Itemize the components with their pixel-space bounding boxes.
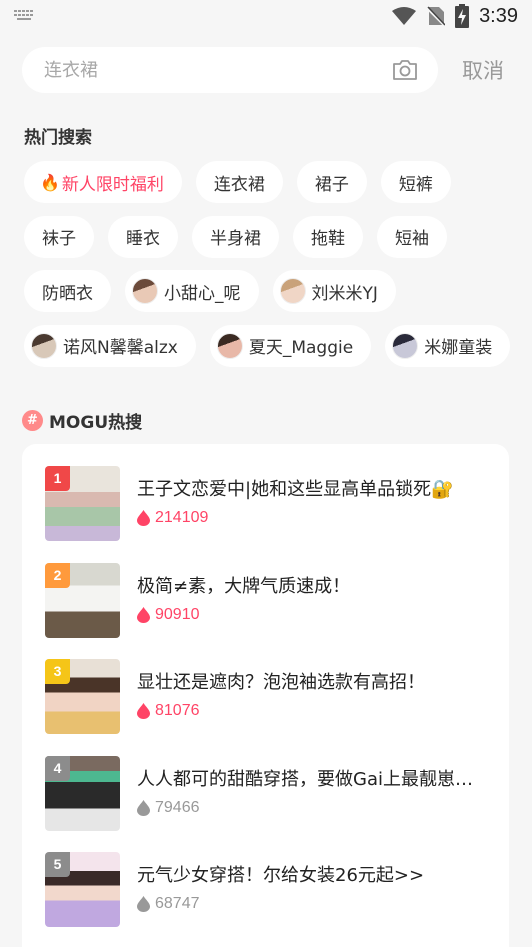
hashtag-icon: # [22,409,43,431]
chip-label: 连衣裙 [213,174,265,195]
chip-row: 🔥 新人限时福利 连衣裙 裙子 短裤 [24,161,514,203]
hot-search-chips: 🔥 新人限时福利 连衣裙 裙子 短裤 袜子 睡衣 半身裙 拖鞋 短袖 防晒衣 小… [24,161,514,379]
keyboard-icon [14,10,36,22]
hot-item[interactable]: 2 极简≠素，大牌气质速成！ 90910 [45,562,495,638]
hot-item-count: 79466 [137,798,492,818]
chip-label: 夏天_Maggie [248,338,354,358]
mogu-hot-header: # MOGU热搜 [22,408,143,433]
avatar [279,278,306,304]
flame-icon [137,896,150,912]
battery-charging-icon [455,4,470,28]
camera-icon[interactable] [392,59,418,81]
hot-item-title: 元气少女穿搭！尔给女装26元起>> [137,865,425,886]
search-box[interactable] [22,47,438,93]
chip-label: 睡衣 [126,229,160,249]
hot-item-thumbnail: 5 [45,851,120,927]
chip-socks[interactable]: 袜子 [24,215,94,258]
hot-item-thumbnail: 3 [45,658,120,734]
hot-count-value: 79466 [155,799,200,816]
hot-item-title: 王子文恋爱中|她和这些显高单品锁死🔐 [137,479,454,500]
rank-badge: 5 [45,851,70,877]
chip-row: 诺风N馨馨alzx 夏天_Maggie 米娜童装 [24,324,514,367]
chip-dress[interactable]: 连衣裙 [195,161,283,203]
search-row: 取消 [22,47,512,93]
chip-newcomer[interactable]: 🔥 新人限时福利 [24,161,182,203]
chip-label: 小甜心_呢 [164,283,241,304]
hot-item-title: 人人都可的甜酷穿搭，要做Gai上最靓崽… [137,769,473,790]
hot-item-thumbnail: 4 [45,755,120,831]
chip-slippers[interactable]: 拖鞋 [293,215,363,258]
hot-item[interactable]: 1 王子文恋爱中|她和这些显高单品锁死🔐 214109 [45,465,495,541]
chip-sun-protection[interactable]: 防晒衣 [24,270,111,312]
chip-label: 短袖 [395,229,429,249]
avatar [216,332,243,359]
mogu-hot-list: 1 王子文恋爱中|她和这些显高单品锁死🔐 214109 2 极简≠素，大牌气质速… [22,444,509,947]
chip-label: 米娜童装 [424,338,493,358]
flame-icon [137,510,150,526]
chip-label: 拖鞋 [311,229,345,249]
chip-shorts[interactable]: 短裤 [380,161,451,203]
hot-item-title: 显壮还是遮肉？泡泡袖选款有高招！ [137,672,425,693]
chip-label: 裙子 [314,174,349,195]
status-time: 3:39 [479,4,518,27]
chip-label: 半身裙 [210,229,261,249]
flame-icon [137,607,150,623]
chip-user[interactable]: 米娜童装 [385,324,511,367]
flame-icon [137,703,150,719]
chip-label: 诺风N馨馨alzx [63,338,178,358]
hot-count-value: 68747 [155,895,200,912]
chip-label: 防晒衣 [42,283,93,304]
chip-label: 袜子 [42,229,76,249]
hot-item-title: 极简≠素，大牌气质速成！ [137,576,351,597]
chip-row: 防晒衣 小甜心_呢 刘米米YJ [24,270,514,312]
hot-item[interactable]: 5 元气少女穿搭！尔给女装26元起>> 68747 [45,851,495,927]
hot-item[interactable]: 4 人人都可的甜酷穿搭，要做Gai上最靓崽… 79466 [45,755,495,831]
hot-item-count: 68747 [137,894,492,914]
avatar [31,332,57,359]
hot-item[interactable]: 3 显壮还是遮肉？泡泡袖选款有高招！ 81076 [45,658,495,734]
chip-skirt[interactable]: 裙子 [296,161,367,203]
search-input[interactable] [44,59,344,81]
rank-badge: 2 [45,562,70,588]
hot-item-count: 214109 [137,508,492,528]
chip-user[interactable]: 诺风N馨馨alzx [24,324,196,367]
hot-item-count: 81076 [137,701,492,721]
flame-icon [137,800,150,816]
cancel-button[interactable]: 取消 [462,55,504,85]
chip-label: 新人限时福利 [61,174,164,195]
rank-badge: 4 [45,755,70,781]
no-sim-icon [427,6,446,27]
hot-count-value: 90910 [155,606,200,623]
hot-count-value: 214109 [155,509,209,526]
chip-label: 短裤 [398,174,433,195]
fire-icon: 🔥 [40,172,60,192]
avatar [392,332,419,359]
hot-search-title: 热门搜索 [24,128,92,148]
chip-pajamas[interactable]: 睡衣 [108,215,178,258]
chip-user[interactable]: 刘米米YJ [272,270,396,312]
avatar [132,278,158,304]
chip-short-sleeve[interactable]: 短袖 [377,215,447,258]
mogu-hot-title: MOGU热搜 [49,412,143,433]
chip-label: 刘米米YJ [311,283,378,304]
chip-row: 袜子 睡衣 半身裙 拖鞋 短袖 [24,215,514,258]
rank-badge: 1 [45,465,70,491]
hot-count-value: 81076 [155,702,200,719]
status-bar: 3:39 [0,0,532,32]
wifi-icon [392,7,417,25]
chip-half-skirt[interactable]: 半身裙 [192,215,279,258]
hot-item-count: 90910 [137,605,492,625]
chip-user[interactable]: 小甜心_呢 [125,270,259,312]
hot-item-thumbnail: 1 [45,465,120,541]
hot-item-thumbnail: 2 [45,562,120,638]
rank-badge: 3 [45,658,70,684]
chip-user[interactable]: 夏天_Maggie [209,324,372,367]
